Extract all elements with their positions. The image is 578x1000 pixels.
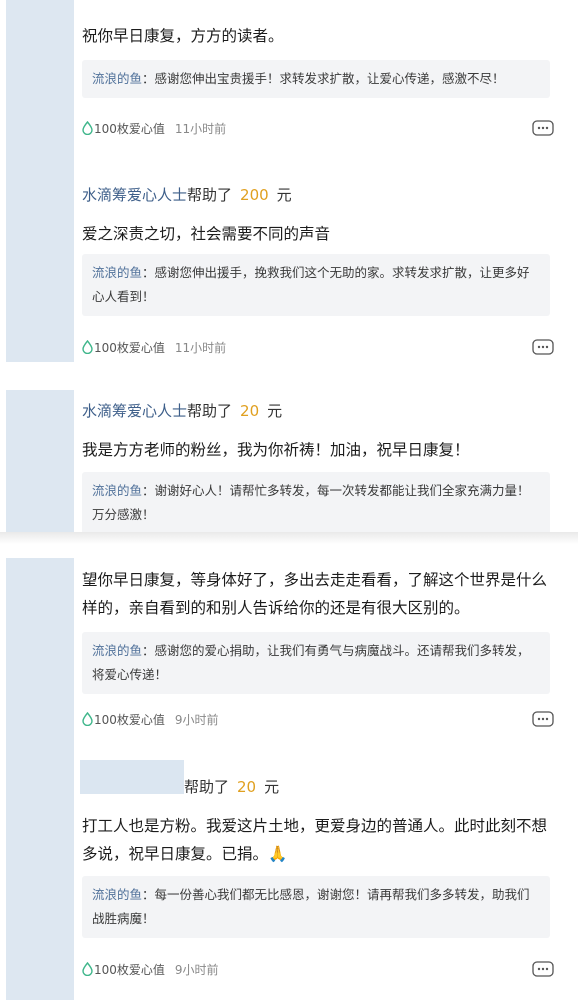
- redacted-donor-name: [80, 760, 184, 794]
- screenshot-panel-2: 水滴筹爱心人士 帮助了 20 元 我是方方老师的粉丝，我为你祈祷！加油，祝早日康…: [0, 390, 578, 532]
- donation-amount: 20: [240, 402, 260, 420]
- donation-amount: 200: [240, 186, 269, 204]
- donation-unit: 元: [276, 186, 292, 204]
- donation-amount: 20: [237, 778, 257, 796]
- donation-unit: 元: [267, 402, 283, 420]
- love-points: 100枚爱心值: [94, 340, 165, 355]
- comment-text: 望你早日康复，等身体好了，多出去走走看看，了解这个世界是什么样的，亲自看到的和别…: [82, 571, 548, 617]
- donation-action: 帮助了: [184, 778, 230, 796]
- water-drop-icon: [82, 962, 93, 976]
- comment-text: 打工人也是方粉。我爱这片土地，更爱身边的普通人。此时此刻不想多说，祝早日康复。已…: [82, 817, 548, 863]
- water-drop-icon: [82, 340, 93, 354]
- reply-author[interactable]: 流浪的鱼: [92, 887, 142, 902]
- donation-header: 水滴筹爱心人士 帮助了 20 元: [82, 400, 282, 421]
- love-points: 100枚爱心值: [94, 712, 165, 727]
- comment-1: 祝你早日康复，方方的读者。 流浪的鱼：感谢您伸出宝贵援手！求转发求扩散，让爱心传…: [82, 22, 550, 98]
- comment-more-icon[interactable]: [532, 339, 554, 355]
- reply-text: ：感谢您的爱心捐助，让我们有勇气与病魔战斗。还请帮我们多转发，将爱心传递！: [92, 643, 530, 682]
- reply-box: 流浪的鱼：感谢您的爱心捐助，让我们有勇气与病魔战斗。还请帮我们多转发，将爱心传递…: [82, 632, 550, 694]
- timestamp: 9小时前: [174, 962, 219, 977]
- reply-box: 流浪的鱼：每一份善心我们都无比感恩，谢谢您！请再帮我们多多转发，助我们战胜病魔！: [82, 876, 550, 938]
- reply-author[interactable]: 流浪的鱼: [92, 643, 142, 658]
- avatar-column: [6, 390, 74, 532]
- donation-action: 帮助了: [187, 186, 233, 204]
- reply-box: 流浪的鱼：谢谢好心人！请帮忙多转发，每一次转发都能让我们全家充满力量！万分感激！: [82, 472, 550, 532]
- water-drop-icon: [82, 712, 93, 726]
- avatar-column: [6, 0, 74, 362]
- donation-action: 帮助了: [187, 402, 233, 420]
- donor-name[interactable]: 水滴筹爱心人士: [82, 400, 187, 421]
- comment-meta: 100枚爱心值 9小时前: [82, 709, 554, 729]
- donor-name[interactable]: 水滴筹爱心人士: [82, 184, 187, 205]
- panel-gap: [0, 532, 578, 558]
- love-points: 100枚爱心值: [94, 121, 165, 136]
- timestamp: 11小时前: [174, 121, 227, 136]
- comment-5: 打工人也是方粉。我爱这片土地，更爱身边的普通人。此时此刻不想多说，祝早日康复。已…: [82, 812, 550, 938]
- comment-more-icon[interactable]: [532, 711, 554, 727]
- reply-author[interactable]: 流浪的鱼: [92, 265, 142, 280]
- donation-header: 水滴筹爱心人士 帮助了 200 元: [82, 184, 292, 205]
- reply-box: 流浪的鱼：感谢您伸出宝贵援手！求转发求扩散，让爱心传递，感激不尽！: [82, 60, 550, 98]
- water-drop-icon: [82, 121, 93, 135]
- screenshot-panel-3: 望你早日康复，等身体好了，多出去走走看看，了解这个世界是什么样的，亲自看到的和别…: [0, 558, 578, 1000]
- donation-unit: 元: [264, 778, 280, 796]
- reply-author[interactable]: 流浪的鱼: [92, 71, 142, 86]
- panel-gap: [0, 362, 578, 390]
- donation-header: 帮助了 20 元: [184, 776, 279, 797]
- comment-2: 爱之深责之切，社会需要不同的声音 流浪的鱼：感谢您伸出援手，挽救我们这个无助的家…: [82, 220, 550, 316]
- reply-box: 流浪的鱼：感谢您伸出援手，挽救我们这个无助的家。求转发求扩散，让更多好心人看到！: [82, 254, 550, 316]
- comment-meta: 100枚爱心值 11小时前: [82, 337, 554, 357]
- comment-4: 望你早日康复，等身体好了，多出去走走看看，了解这个世界是什么样的，亲自看到的和别…: [82, 566, 550, 694]
- comment-3: 我是方方老师的粉丝，我为你祈祷！加油，祝早日康复！ 流浪的鱼：谢谢好心人！请帮忙…: [82, 436, 550, 532]
- comment-more-icon[interactable]: [532, 120, 554, 136]
- comment-meta: 100枚爱心值 9小时前: [82, 959, 554, 979]
- screenshot-panel-1: 祝你早日康复，方方的读者。 流浪的鱼：感谢您伸出宝贵援手！求转发求扩散，让爱心传…: [0, 0, 578, 362]
- comment-text: 祝你早日康复，方方的读者。: [82, 27, 284, 45]
- comment-text: 爱之深责之切，社会需要不同的声音: [82, 225, 331, 243]
- timestamp: 9小时前: [174, 712, 219, 727]
- comment-meta: 100枚爱心值 11小时前: [82, 118, 554, 138]
- reply-author[interactable]: 流浪的鱼: [92, 483, 142, 498]
- love-points: 100枚爱心值: [94, 962, 165, 977]
- reply-text: ：感谢您伸出宝贵援手！求转发求扩散，让爱心传递，感激不尽！: [142, 71, 505, 86]
- comment-more-icon[interactable]: [532, 961, 554, 977]
- reply-text: ：感谢您伸出援手，挽救我们这个无助的家。求转发求扩散，让更多好心人看到！: [92, 265, 530, 304]
- reply-text: ：谢谢好心人！请帮忙多转发，每一次转发都能让我们全家充满力量！万分感激！: [92, 483, 530, 522]
- reply-text: ：每一份善心我们都无比感恩，谢谢您！请再帮我们多多转发，助我们战胜病魔！: [92, 887, 530, 926]
- avatar-column: [6, 558, 74, 1000]
- comment-text: 我是方方老师的粉丝，我为你祈祷！加油，祝早日康复！: [82, 441, 470, 459]
- timestamp: 11小时前: [174, 340, 227, 355]
